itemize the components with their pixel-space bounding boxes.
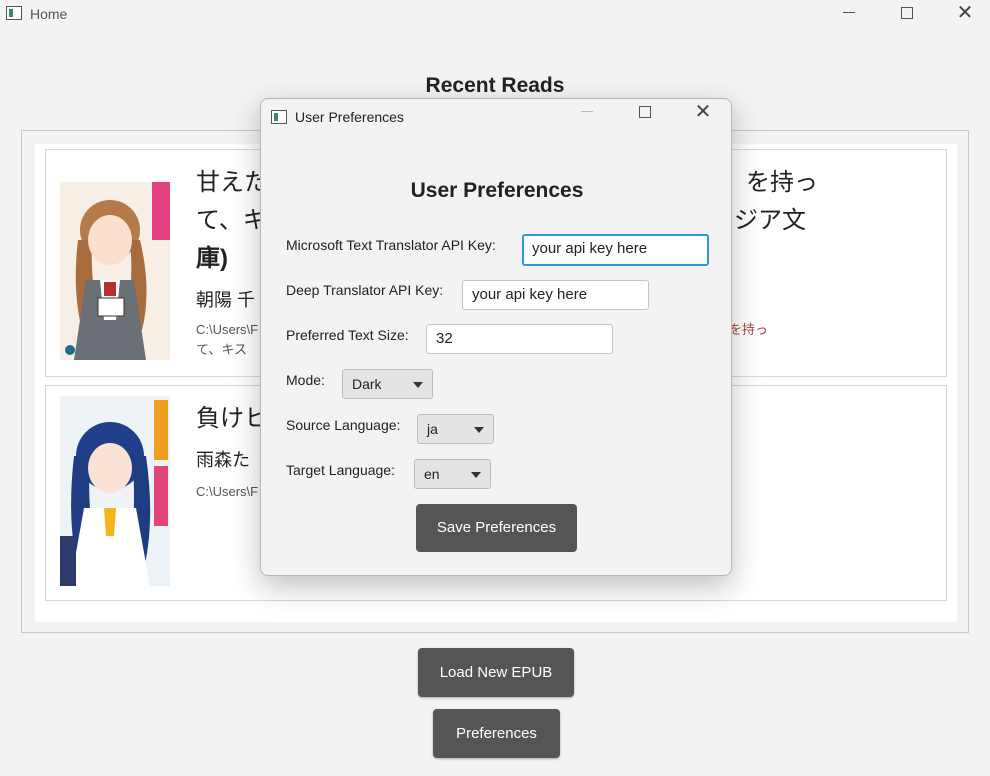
mode-select-value: Dark xyxy=(352,376,382,392)
target-language-label: Target Language: xyxy=(286,462,395,478)
minimize-icon xyxy=(581,111,593,112)
chevron-down-icon xyxy=(471,472,481,478)
book-cover-image xyxy=(60,170,170,360)
dialog-maximize-button[interactable] xyxy=(622,99,668,129)
source-language-value: ja xyxy=(427,421,438,437)
app-icon xyxy=(6,6,22,20)
mode-select[interactable]: Dark xyxy=(342,369,433,399)
maximize-button[interactable] xyxy=(884,0,930,30)
preferences-button[interactable]: Preferences xyxy=(433,709,560,758)
text-size-input[interactable]: 32 xyxy=(426,324,613,354)
dialog-window-title: User Preferences xyxy=(295,109,404,125)
deep-api-key-label: Deep Translator API Key: xyxy=(286,282,444,298)
dialog-heading: User Preferences xyxy=(410,179,584,202)
maximize-icon xyxy=(639,106,651,118)
ms-api-key-label: Microsoft Text Translator API Key: xyxy=(286,237,496,253)
target-language-select[interactable]: en xyxy=(414,459,491,489)
dialog-minimize-button[interactable] xyxy=(564,99,610,129)
app-icon xyxy=(271,110,287,124)
close-icon: ✕ xyxy=(694,101,712,123)
main-titlebar: Home ✕ xyxy=(0,0,990,30)
maximize-icon xyxy=(901,7,913,19)
minimize-button[interactable] xyxy=(826,0,872,30)
mode-label: Mode: xyxy=(286,372,325,388)
close-icon: ✕ xyxy=(956,2,974,24)
book-author: 雨森た xyxy=(196,450,250,470)
load-epub-button[interactable]: Load New EPUB xyxy=(418,648,574,697)
source-language-select[interactable]: ja xyxy=(417,414,494,444)
minimize-icon xyxy=(843,12,855,13)
text-size-label: Preferred Text Size: xyxy=(286,327,409,343)
chevron-down-icon xyxy=(413,382,423,388)
book-author: 朝陽 千 xyxy=(196,290,256,310)
target-language-value: en xyxy=(424,466,440,482)
dialog-close-button[interactable]: ✕ xyxy=(680,99,726,129)
save-preferences-button[interactable]: Save Preferences xyxy=(416,504,577,552)
deep-api-key-input[interactable]: your api key here xyxy=(462,280,649,310)
window-title: Home xyxy=(30,6,68,22)
close-button[interactable]: ✕ xyxy=(942,0,988,30)
source-language-label: Source Language: xyxy=(286,417,401,433)
book-cover-image xyxy=(60,396,170,586)
chevron-down-icon xyxy=(474,427,484,433)
user-preferences-dialog: User Preferences ✕ User Preferences Micr… xyxy=(260,98,732,576)
recent-reads-heading: Recent Reads xyxy=(425,74,565,97)
ms-api-key-input[interactable]: your api key here xyxy=(522,234,709,266)
